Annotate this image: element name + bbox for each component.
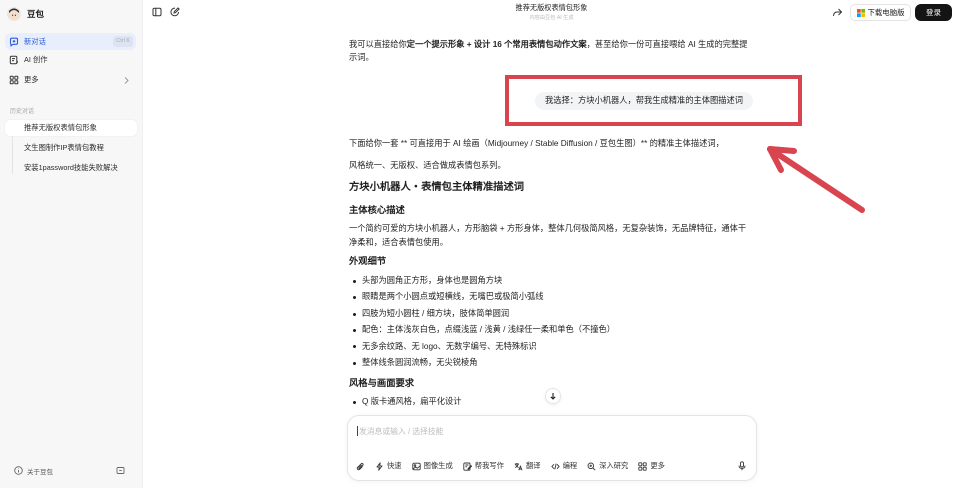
list-item: 配色：主体浅灰白色，点缀浅蓝 / 浅黄 / 浅绿任一柔和单色（不撞色） — [349, 322, 753, 338]
tool-image-generation[interactable]: 图像生成 — [411, 461, 453, 471]
login-button[interactable]: 登录 — [915, 4, 952, 21]
windows-logo-icon — [856, 8, 865, 17]
tool-label: 翻译 — [525, 461, 541, 470]
new-chat-icon — [9, 37, 19, 47]
history-item[interactable]: 文生图制作IP表情包教程 — [5, 140, 137, 156]
sidebar-item-label: AI 创作 — [24, 55, 48, 64]
microphone-icon[interactable] — [737, 461, 747, 471]
about-label: 关于豆包 — [27, 468, 53, 476]
window-icon[interactable] — [116, 466, 125, 475]
appearance-bullet-list: 头部为圆角正方形，身体也是圆角方块 眼睛是两个小圆点或短横线，无嘴巴或极简小弧线… — [349, 273, 753, 371]
tool-quick[interactable]: 快速 — [375, 461, 402, 471]
download-label: 下载电脑版 — [867, 8, 905, 17]
tool-deep-research[interactable]: 深入研究 — [587, 461, 628, 471]
lightning-icon — [375, 461, 384, 471]
history-item[interactable]: 推荐无版权表情包形象 — [5, 120, 137, 136]
assistant-reply-intro: 下面给你一套 ** 可直接用于 AI 绘画（Midjourney / Stabl… — [349, 139, 724, 148]
tool-label: 帮我写作 — [474, 461, 504, 470]
section-title: 外观细节 — [349, 256, 387, 266]
tool-label: 更多 — [650, 461, 665, 470]
list-item: 眼睛是两个小圆点或短横线，无嘴巴或极简小弧线 — [349, 289, 753, 305]
sidebar-item-ai-create[interactable]: AI 创作 — [5, 52, 136, 69]
code-icon — [550, 462, 560, 471]
history-item[interactable]: 安装1password技能失败解决 — [5, 160, 137, 176]
ai-create-icon — [9, 55, 19, 65]
translate-icon — [514, 462, 523, 471]
scroll-to-bottom-button[interactable] — [545, 388, 561, 404]
share-icon[interactable] — [832, 7, 843, 18]
sidebar-item-more[interactable]: 更多 — [5, 72, 136, 89]
tool-translate[interactable]: 翻译 — [514, 461, 541, 471]
reply-heading: 方块小机器人・表情包主体精准描述词 — [349, 182, 525, 193]
list-item: 四肢为短小圆柱 / 细方块，肢体简单圆润 — [349, 306, 753, 322]
tool-label: 图像生成 — [423, 461, 453, 470]
tool-label: 编程 — [562, 461, 578, 470]
list-item: 头部为圆角正方形，身体也是圆角方块 — [349, 273, 753, 289]
research-icon — [587, 462, 596, 471]
tool-label: 快速 — [387, 461, 402, 470]
tool-more[interactable]: 更多 — [638, 461, 665, 471]
annotation-arrow — [767, 146, 865, 213]
sidebar: 豆包 新对话 Ctrl K AI 创作 更多 历史对话 推荐无版权表情包形象 文… — [0, 0, 143, 488]
about-doubao-link[interactable]: 关于豆包 — [14, 465, 53, 476]
tool-coding[interactable]: 编程 — [550, 461, 578, 471]
section-paragraph: 一个简约可爱的方块小机器人，方形脑袋 + 方形身体，整体几何极简风格，无复杂装饰… — [349, 224, 747, 247]
grid-icon — [9, 75, 19, 85]
brand-name: 豆包 — [27, 9, 45, 19]
section-title: 主体核心描述 — [349, 205, 405, 215]
tool-writing[interactable]: 帮我写作 — [463, 461, 504, 471]
tool-label: 深入研究 — [599, 461, 629, 470]
brand[interactable]: 豆包 — [7, 7, 44, 21]
chevron-right-icon — [122, 76, 130, 85]
history-section-label: 历史对话 — [10, 109, 35, 115]
list-item: 无多余纹路、无 logo、无数字编号、无特殊标识 — [349, 339, 753, 355]
sidebar-item-label: 更多 — [24, 75, 39, 84]
message-composer: 快速 图像生成 帮我写作 — [347, 415, 757, 481]
sidebar-item-label: 新对话 — [24, 36, 46, 46]
info-icon — [14, 466, 23, 475]
list-item: 整体线条圆润流畅，无尖锐棱角 — [349, 355, 753, 371]
assistant-reply-style: 风格统一、无版权、适合做成表情包系列。 — [349, 161, 506, 170]
sidebar-item-new-chat[interactable]: 新对话 Ctrl K — [5, 33, 136, 50]
text-caret — [357, 426, 358, 436]
annotation-highlight-box — [505, 75, 802, 126]
paperclip-icon[interactable] — [356, 462, 365, 471]
grid-icon — [638, 461, 647, 471]
message-input[interactable] — [359, 425, 739, 437]
shortcut-badge: Ctrl K — [113, 36, 133, 47]
composer-toolbar: 快速 图像生成 帮我写作 翻译 编程 深入研究 更多 — [356, 459, 665, 473]
arrow-down-icon — [549, 392, 557, 400]
pen-icon — [463, 462, 472, 471]
download-desktop-button[interactable]: 下载电脑版 — [850, 4, 911, 21]
intro-text: 我可以直接给你 — [349, 40, 407, 49]
assistant-intro-paragraph: 我可以直接给你定一个提示形象 + 设计 16 个常用表情包动作文案，甚至给你一份… — [349, 38, 753, 64]
intro-bold-text: 定一个提示形象 + 设计 16 个常用表情包动作文案 — [406, 40, 587, 49]
image-icon — [411, 462, 421, 471]
doubao-avatar-icon — [7, 7, 21, 21]
